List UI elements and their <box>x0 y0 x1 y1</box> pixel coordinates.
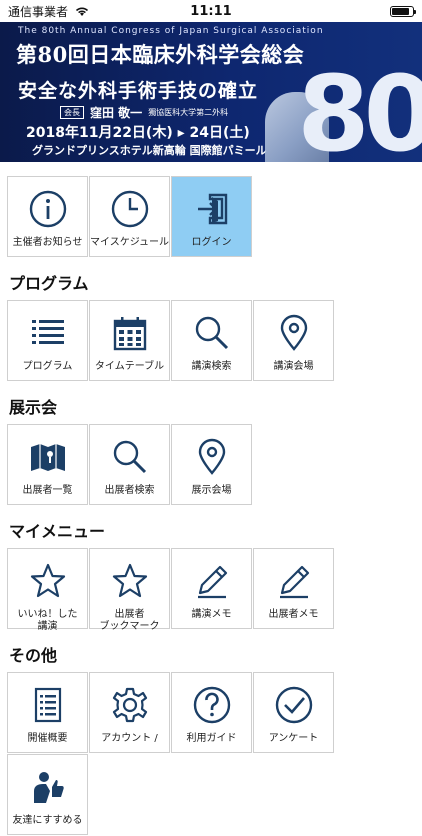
search-icon <box>110 437 150 477</box>
tile-label: 出展者一覧 <box>22 485 73 496</box>
document-icon <box>28 685 68 725</box>
banner-title: 第80回日本臨床外科学会総会 <box>16 42 305 67</box>
login-icon <box>192 189 232 229</box>
tile-label: 展示会場 <box>191 485 232 496</box>
tile-label: 利用ガイド <box>186 733 237 744</box>
tile-label: 友達にすすめる <box>12 815 83 826</box>
tile-recommend-friends[interactable]: 友達にすすめる <box>7 754 88 835</box>
status-bar: 通信事業者 11:11 <box>0 0 422 22</box>
section-title-other: その他 <box>9 646 58 665</box>
tile-lecture-search[interactable]: 講演検索 <box>171 300 252 381</box>
congress-banner: The 80th Annual Congress of Japan Surgic… <box>0 22 422 162</box>
list-icon <box>28 313 68 353</box>
tile-exhibitor-list[interactable]: 出展者一覧 <box>7 424 88 505</box>
tile-account[interactable]: アカウント / <box>89 672 170 753</box>
tile-label: プログラム <box>22 361 73 372</box>
program-grid: プログラム タイムテーブル 講演検索 講演会場 <box>7 300 416 382</box>
tile-label: 講演検索 <box>191 361 232 372</box>
tile-lecture-venue[interactable]: 講演会場 <box>253 300 334 381</box>
tile-overview[interactable]: 開催概要 <box>7 672 88 753</box>
section-title-mymenu: マイメニュー <box>9 522 106 541</box>
calendar-icon <box>110 313 150 353</box>
tile-liked-lectures[interactable]: いいね！した 講演 <box>7 548 88 632</box>
tile-label: アンケート <box>268 733 319 744</box>
section-title-exhibit: 展示会 <box>9 398 58 417</box>
star-icon <box>110 561 150 601</box>
map-icon <box>28 437 68 477</box>
chair-affiliation: 獨協医科大学第二外科 <box>148 108 229 117</box>
tile-label: 主催者お知らせ <box>12 237 83 248</box>
tile-exhibitor-search[interactable]: 出展者検索 <box>89 424 170 505</box>
status-right <box>274 5 416 17</box>
carrier-label: 通信事業者 <box>8 4 69 19</box>
search-icon <box>192 313 232 353</box>
chair-name: 窪田 敬一 <box>90 106 143 120</box>
tile-exhibitor-bookmark[interactable]: 出展者 ブックマーク <box>89 548 170 632</box>
tile-my-schedule[interactable]: マイスケジュール <box>89 176 170 257</box>
banner-chair: 会長 窪田 敬一 獨協医科大学第二外科 <box>60 104 228 121</box>
banner-big-number: 80 <box>297 53 422 162</box>
pencil-icon <box>192 561 232 601</box>
checkmark-icon <box>274 685 314 725</box>
banner-en-title: The 80th Annual Congress of Japan Surgic… <box>18 26 324 36</box>
tile-exhibit-hall[interactable]: 展示会場 <box>171 424 252 505</box>
tile-organizer-notice[interactable]: 主催者お知らせ <box>7 176 88 257</box>
tile-lecture-memo[interactable]: 講演メモ <box>171 548 252 629</box>
chair-tag: 会長 <box>60 106 84 119</box>
location-pin-icon <box>274 313 314 353</box>
tile-label: タイムテーブル <box>94 361 165 372</box>
tile-label: アカウント / <box>101 733 158 744</box>
banner-date: 2018年11月22日(木) ▸ 24日(土) <box>26 125 250 141</box>
tile-label: いいね！した 講演 <box>17 609 78 632</box>
thumbs-up-icon <box>28 767 68 807</box>
tile-label: 出展者メモ <box>268 609 319 620</box>
tile-timetable[interactable]: タイムテーブル <box>89 300 170 381</box>
banner-subtitle: 安全な外科手術手技の確立 <box>18 80 259 102</box>
info-icon <box>28 189 68 229</box>
tile-label: 出展者 ブックマーク <box>99 609 160 632</box>
question-icon <box>192 685 232 725</box>
tile-label: 講演メモ <box>191 609 232 620</box>
section-title-program: プログラム <box>9 274 89 293</box>
tile-survey[interactable]: アンケート <box>253 672 334 753</box>
status-time: 11:11 <box>190 3 232 19</box>
tile-user-guide[interactable]: 利用ガイド <box>171 672 252 753</box>
banner-venue: グランドプリンスホテル新高輪 国際館パミール <box>32 144 267 157</box>
star-icon <box>28 561 68 601</box>
wifi-icon <box>74 5 90 17</box>
status-left: 通信事業者 <box>8 3 148 20</box>
battery-icon <box>389 5 416 17</box>
tile-label: ログイン <box>191 237 232 248</box>
tile-login[interactable]: ログイン <box>171 176 252 257</box>
top-menu-grid: 主催者お知らせ マイスケジュール ログイン <box>7 176 416 258</box>
tile-label: 開催概要 <box>27 733 68 744</box>
other-grid: 開催概要 アカウント / 利用ガイド アンケート 友達にすすめる <box>7 672 416 836</box>
exhibit-grid: 出展者一覧 出展者検索 展示会場 <box>7 424 416 506</box>
tile-program[interactable]: プログラム <box>7 300 88 381</box>
tile-exhibitor-memo[interactable]: 出展者メモ <box>253 548 334 629</box>
tile-label: 出展者検索 <box>104 485 155 496</box>
gear-icon <box>110 685 150 725</box>
pencil-icon <box>274 561 314 601</box>
tile-label: マイスケジュール <box>90 237 169 248</box>
tile-label: 講演会場 <box>273 361 314 372</box>
mymenu-grid: いいね！した 講演 出展者 ブックマーク 講演メモ 出展者メモ <box>7 548 416 632</box>
clock-icon <box>110 189 150 229</box>
main-content: 主催者お知らせ マイスケジュール ログイン プログラム プログラム タイムテーブ… <box>0 162 422 836</box>
location-pin-icon <box>192 437 232 477</box>
